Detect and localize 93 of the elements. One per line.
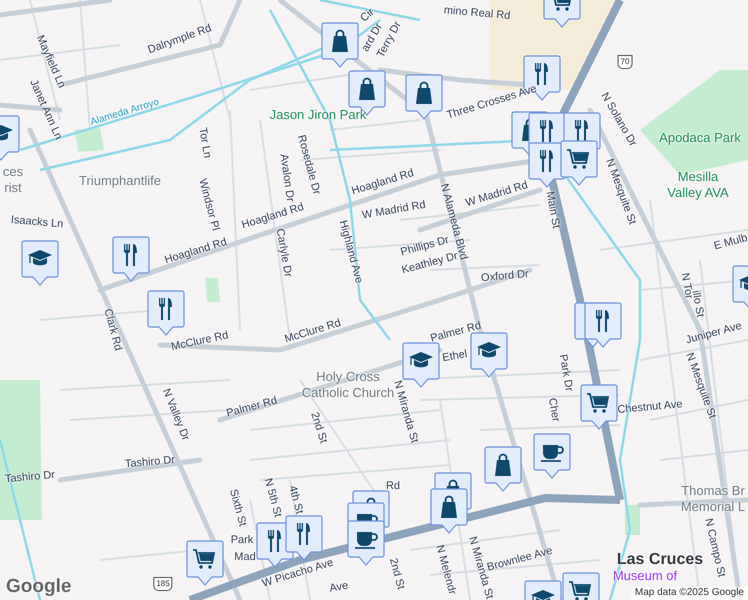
city-label: Las Cruces <box>616 550 704 570</box>
street-label: Palmer Rd <box>225 394 279 422</box>
street-label: Brownlee Ave <box>486 544 554 574</box>
map-marker[interactable] <box>580 384 618 430</box>
street-label: Tashiro Dr <box>4 468 56 488</box>
shopping-bag-icon <box>495 454 511 476</box>
shopping-cart-icon <box>193 549 216 569</box>
street-label: McClure Rd <box>283 316 343 348</box>
street-label: Windsor Pl <box>195 178 222 232</box>
graduation-cap-icon <box>739 275 748 290</box>
street-label: Rd <box>386 480 400 494</box>
street-label: 4th St <box>285 484 306 516</box>
street-label: W Madrid Rd <box>464 179 530 211</box>
street-label: N Campo St <box>702 517 728 579</box>
map-marker[interactable] <box>321 22 359 68</box>
street-label: Tor Ln <box>195 126 214 160</box>
map-marker[interactable] <box>430 488 468 534</box>
street-label: N Melendr <box>432 544 458 596</box>
graduation-cap-icon <box>531 590 555 600</box>
place-label: ces rist <box>2 164 24 196</box>
street-label: Three Crosses Ave <box>445 82 539 124</box>
street-label: Sixth St <box>226 488 249 528</box>
park-label: Mesilla Valley AVA <box>667 168 729 202</box>
place-label: Holy Cross Catholic Church <box>302 368 394 402</box>
street-label: Avalon Dr <box>276 153 296 203</box>
street-label: Carlyle Dr <box>274 228 294 278</box>
map-marker[interactable] <box>405 74 443 120</box>
shopping-bag-icon <box>441 496 457 518</box>
street-label: Palmer Rd <box>429 320 483 346</box>
graduation-cap-icon <box>28 250 52 266</box>
fork-knife-icon <box>124 244 137 266</box>
street-label: Cher <box>544 397 562 423</box>
street-label: Juniper Ave <box>684 320 744 348</box>
map-marker[interactable] <box>186 540 224 586</box>
waterway-label: Alameda Arroyo <box>89 96 161 130</box>
map-marker[interactable] <box>112 236 150 282</box>
park-label: Jason Jiron Park <box>270 106 366 124</box>
graduation-cap-icon <box>409 352 433 368</box>
coffee-cup-icon <box>541 445 564 462</box>
street-label: Cir <box>358 6 377 24</box>
map-attribution: Map data ©2025 Google <box>630 587 748 600</box>
map-marker[interactable] <box>402 342 440 388</box>
fork-knife-icon <box>540 120 553 142</box>
street-label: Park <box>230 534 254 548</box>
map-marker[interactable] <box>484 446 522 492</box>
street-label: Park Dr <box>556 353 575 393</box>
fork-knife-icon <box>535 63 548 85</box>
shopping-cart-icon <box>569 581 592 600</box>
fork-knife-icon <box>159 298 172 320</box>
map-marker[interactable] <box>560 140 598 186</box>
street-label: Isaacks Ln <box>10 214 64 232</box>
park-area <box>75 128 104 152</box>
street-label: Tashiro Dr <box>124 454 176 472</box>
fork-knife-icon <box>297 523 310 545</box>
street-label: mino Real Rd <box>443 4 511 24</box>
street-label: Rosedale Dr <box>294 134 323 196</box>
street-label: N Valley Dr <box>158 387 192 443</box>
map-marker[interactable] <box>147 290 185 336</box>
fork-knife-icon <box>596 310 609 332</box>
street-label: Oxford Dr <box>480 268 530 286</box>
shopping-cart-icon <box>587 393 610 413</box>
map-marker[interactable] <box>347 520 385 566</box>
street-label: N 5th St <box>260 477 284 519</box>
coffee-cup-icon <box>355 532 378 549</box>
street-label: E Mulb <box>712 232 748 254</box>
shopping-bag-icon <box>359 78 375 100</box>
street-label: Main St <box>542 190 562 230</box>
route-shield: 185 <box>153 577 173 591</box>
shopping-bag-icon <box>332 30 348 52</box>
map-marker[interactable] <box>584 302 622 348</box>
street-label: McClure Rd <box>170 329 230 355</box>
street-label: 2nd St <box>307 410 330 446</box>
street-label: Ave <box>328 580 350 596</box>
park-area <box>205 278 220 302</box>
map-marker[interactable] <box>533 433 571 479</box>
street-label: Clark Rd <box>100 308 124 352</box>
map-marker[interactable] <box>21 240 59 286</box>
shopping-bag-icon <box>416 82 432 104</box>
street-label: Chestnut Ave <box>616 398 684 418</box>
street-label: Mad <box>234 551 256 565</box>
park-label: Apodaca Park <box>659 130 741 146</box>
route-shield: 70 <box>618 55 632 69</box>
map-marker[interactable] <box>470 332 508 378</box>
fork-knife-icon <box>540 150 553 172</box>
street-label: 2nd St <box>386 556 407 592</box>
graduation-cap-icon <box>0 125 13 140</box>
fork-knife-icon <box>268 530 281 552</box>
place-label: Thomas Br Memorial L <box>680 482 746 516</box>
fork-knife-icon <box>575 120 588 142</box>
graduation-cap-icon <box>477 342 501 358</box>
shopping-cart-icon <box>567 149 590 169</box>
street-label: Ethel <box>441 348 469 366</box>
place-label: Triumphantlife <box>79 172 161 190</box>
